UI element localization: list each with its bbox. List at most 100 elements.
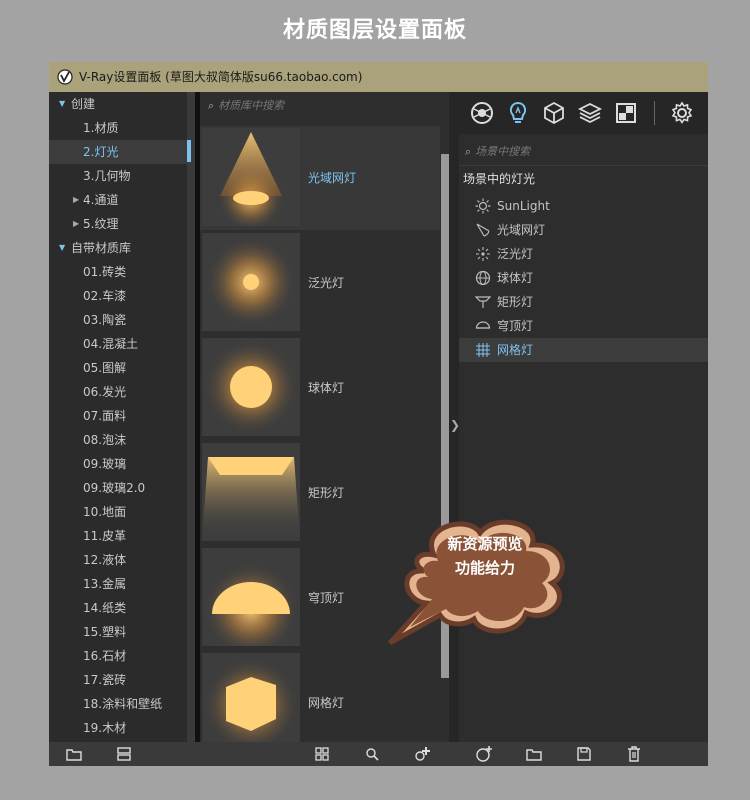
omni-preview-image	[205, 236, 297, 328]
tree-item-label: 自带材质库	[71, 241, 132, 255]
layout-icon	[117, 747, 131, 761]
tree-item[interactable]: 05.图解	[49, 356, 187, 380]
scene-light-label: 光域网灯	[497, 223, 546, 237]
tree-item-label: 13.金属	[83, 577, 127, 591]
add-light-button[interactable]	[475, 745, 493, 763]
add-to-scene-button[interactable]	[413, 745, 431, 763]
tree-item[interactable]: 01.砖类	[49, 260, 187, 284]
rect-light-preview[interactable]	[202, 443, 300, 541]
library-item[interactable]: 球体灯	[200, 336, 440, 440]
tree-item[interactable]: 08.泡沫	[49, 428, 187, 452]
folder-icon	[526, 749, 542, 761]
sun-icon	[475, 198, 491, 214]
scene-search[interactable]: ⌕ 场景中搜索	[465, 140, 701, 164]
expand-down-icon[interactable]: ▼	[59, 236, 65, 260]
library-search[interactable]: ⌕ 材质库中搜索	[208, 94, 438, 118]
tree-item[interactable]: 15.塑料	[49, 620, 187, 644]
scene-light-item[interactable]: 矩形灯	[459, 290, 708, 314]
callout-line-2: 功能给力	[454, 559, 515, 577]
materials-tab[interactable]	[467, 98, 497, 128]
tree-item[interactable]: ▶ 4.通道	[49, 188, 187, 212]
tree-category[interactable]: ▼ 自带材质库	[49, 236, 187, 260]
tree-item[interactable]: 03.陶瓷	[49, 308, 187, 332]
tree-item[interactable]: 19.木材	[49, 716, 187, 740]
tree-item[interactable]: 14.纸类	[49, 596, 187, 620]
window-titlebar: V-Ray设置面板 (草图大叔简体版su66.taobao.com)	[49, 62, 708, 92]
tree-item[interactable]: 3.几何物	[49, 164, 187, 188]
tree-item[interactable]: 12.液体	[49, 548, 187, 572]
callout-line-1: 新资源预览	[447, 535, 523, 553]
tree-item-label: 17.瓷砖	[83, 673, 127, 687]
ies-light-preview[interactable]	[202, 128, 300, 226]
scene-light-item[interactable]: 泛光灯	[459, 242, 708, 266]
scene-lights-group-title: 场景中的灯光	[463, 172, 536, 186]
scene-light-item[interactable]: 穹顶灯	[459, 314, 708, 338]
scene-light-item[interactable]: SunLight	[459, 194, 708, 218]
dome-light-icon	[475, 321, 491, 329]
expand-down-icon[interactable]: ▼	[59, 92, 65, 116]
library-item[interactable]: 光域网灯	[200, 126, 440, 230]
delete-button[interactable]	[625, 745, 643, 763]
expand-right-icon[interactable]: ▶	[73, 188, 79, 212]
mesh-preview-image	[203, 657, 299, 751]
tree-item[interactable]: 17.瓷砖	[49, 668, 187, 692]
tree-item[interactable]: 02.车漆	[49, 284, 187, 308]
render-elements-tab[interactable]	[611, 98, 641, 128]
tree-scrollbar[interactable]	[187, 92, 195, 742]
sphere-preview-image	[203, 339, 299, 435]
omni-light-preview[interactable]	[202, 233, 300, 331]
lights-tab[interactable]	[503, 98, 533, 128]
divider	[459, 165, 708, 166]
mesh-light-preview[interactable]	[202, 653, 300, 751]
tree-item[interactable]: ▶ 5.纹理	[49, 212, 187, 236]
tree-item-label: 05.图解	[83, 361, 127, 375]
scene-light-item[interactable]: 光域网灯	[459, 218, 708, 242]
tree-item[interactable]: 11.皮革	[49, 524, 187, 548]
window-title: V-Ray设置面板 (草图大叔简体版su66.taobao.com)	[79, 70, 363, 84]
library-item[interactable]: 泛光灯	[200, 231, 440, 335]
tree-item-label: 19.木材	[83, 721, 127, 735]
tree-item[interactable]: 16.石材	[49, 644, 187, 668]
vray-panel-window: V-Ray设置面板 (草图大叔简体版su66.taobao.com) ▼ 创建 1.…	[49, 62, 708, 766]
tree-item-label: 2.灯光	[83, 145, 119, 159]
tree-selection-marker	[187, 140, 191, 162]
tree-item[interactable]: 13.金属	[49, 572, 187, 596]
tree-item-label: 03.陶瓷	[83, 313, 127, 327]
mesh-light-icon	[476, 343, 490, 357]
search-icon: ⌕	[208, 99, 215, 112]
save-button[interactable]	[575, 745, 593, 763]
tree-item-label: 14.纸类	[83, 601, 127, 615]
grid-view-button[interactable]	[313, 745, 331, 763]
settings-icon	[671, 101, 693, 124]
tree-item[interactable]: 1.材质	[49, 116, 187, 140]
add-icon	[415, 747, 430, 761]
tree-item-label: 08.泡沫	[83, 433, 127, 447]
tree-item[interactable]: 2.灯光	[49, 140, 187, 164]
open-folder-button[interactable]	[65, 745, 83, 763]
tree-item[interactable]: 18.涂料和壁纸	[49, 692, 187, 716]
tree-item[interactable]: 07.面料	[49, 404, 187, 428]
settings-tab[interactable]	[667, 98, 697, 128]
open-file-button[interactable]	[525, 745, 543, 763]
tree-item[interactable]: 06.发光	[49, 380, 187, 404]
scene-light-label: 矩形灯	[497, 295, 534, 309]
dome-light-preview[interactable]	[202, 548, 300, 646]
library-item[interactable]: 网格灯	[200, 651, 440, 755]
scene-light-item[interactable]: 网格灯	[459, 338, 708, 362]
lights-icon	[509, 101, 527, 123]
tree-item[interactable]: 09.玻璃2.0	[49, 476, 187, 500]
omni-light-icon	[476, 247, 490, 261]
layers-tab[interactable]	[575, 98, 605, 128]
find-asset-button[interactable]	[363, 745, 381, 763]
geometry-tab[interactable]	[539, 98, 569, 128]
tree-category[interactable]: ▼ 创建	[49, 92, 187, 116]
tree-item[interactable]: 04.混凝土	[49, 332, 187, 356]
tree-item[interactable]: 10.地面	[49, 500, 187, 524]
tree-item[interactable]: 09.玻璃	[49, 452, 187, 476]
tree-item-label: 09.玻璃	[83, 457, 127, 471]
scene-light-item[interactable]: 球体灯	[459, 266, 708, 290]
expand-right-icon[interactable]: ▶	[73, 212, 79, 236]
layout-button[interactable]	[115, 745, 133, 763]
tree-item-label: 15.塑料	[83, 625, 127, 639]
sphere-light-preview[interactable]	[202, 338, 300, 436]
